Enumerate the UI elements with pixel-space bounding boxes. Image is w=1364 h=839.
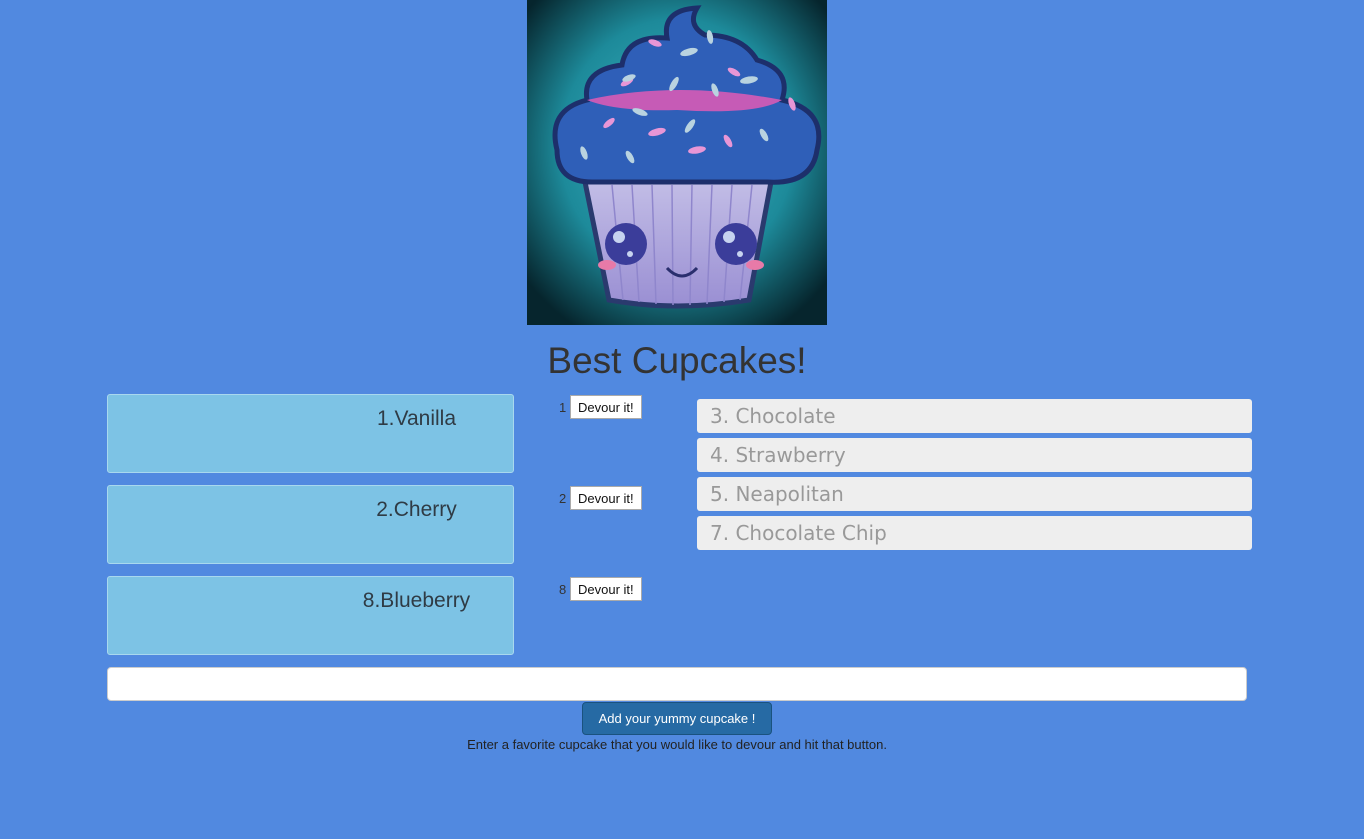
devoured-item: 7. Chocolate Chip bbox=[697, 516, 1252, 550]
cupcake-illustration bbox=[527, 0, 827, 325]
devour-button[interactable]: Devour it! bbox=[570, 486, 642, 510]
devour-button[interactable]: Devour it! bbox=[570, 395, 642, 419]
cupcake-image bbox=[527, 0, 827, 325]
cupcake-card: 2.Cherry bbox=[107, 485, 514, 564]
help-text: Enter a favorite cupcake that you would … bbox=[467, 737, 887, 752]
devoured-item: 5. Neapolitan bbox=[697, 477, 1252, 511]
devour-row: 8 Devour it! bbox=[559, 577, 642, 601]
cupcake-id: 2 bbox=[559, 490, 567, 506]
page-title: Best Cupcakes! bbox=[547, 340, 807, 381]
cupcake-card: 1.Vanilla bbox=[107, 394, 514, 473]
devour-button[interactable]: Devour it! bbox=[570, 577, 642, 601]
cupcake-id: 8 bbox=[559, 581, 567, 597]
devour-row: 1 Devour it! bbox=[559, 395, 642, 419]
cupcake-id: 1 bbox=[559, 399, 567, 415]
add-cupcake-button[interactable]: Add your yummy cupcake ! bbox=[582, 702, 772, 735]
devoured-item: 4. Strawberry bbox=[697, 438, 1252, 472]
devoured-item: 3. Chocolate bbox=[697, 399, 1252, 433]
devour-row: 2 Devour it! bbox=[559, 486, 642, 510]
cupcake-card: 8.Blueberry bbox=[107, 576, 514, 655]
page: Best Cupcakes! 1.Vanilla 2.Cherry 8.Blue… bbox=[0, 0, 1364, 839]
cupcake-name-input[interactable] bbox=[107, 667, 1247, 701]
